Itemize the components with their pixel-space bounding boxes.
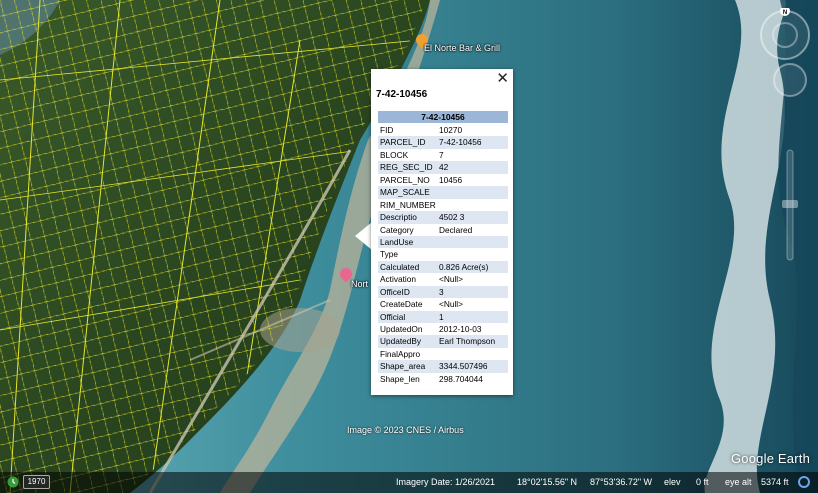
attribute-row: LandUse: [378, 235, 508, 249]
elevation-value: 0 ft: [696, 477, 709, 487]
attribute-key: Category: [380, 224, 414, 235]
attribute-value: 10456: [439, 174, 463, 185]
attribute-value: 10270: [439, 125, 463, 135]
streaming-progress-icon: [798, 476, 810, 488]
attribute-key: MAP_SCALE: [380, 187, 430, 198]
attribute-key: Descriptio: [380, 212, 417, 223]
attribute-row: REG_SEC_ID 42: [378, 161, 508, 174]
attribute-row: OfficeID 3: [378, 285, 508, 299]
attribute-key: RIM_NUMBER: [380, 199, 436, 210]
attribute-row: Category Declared: [378, 224, 508, 236]
attribute-row: Official 1: [378, 310, 508, 323]
attribute-row: MAP_SCALE: [378, 186, 508, 199]
attribute-key: BLOCK: [380, 149, 409, 160]
place-label-nort[interactable]: Nort: [351, 279, 368, 289]
attribute-row: PARCEL_NO 10456: [378, 174, 508, 186]
attribute-row: Shape_area 3344.507496: [378, 360, 508, 373]
attribute-key: PARCEL_ID: [380, 137, 426, 148]
attribute-key: UpdatedOn: [380, 324, 423, 334]
attribute-key: Type: [380, 249, 398, 260]
attribute-key: PARCEL_NO: [380, 174, 430, 185]
attribute-value: 7: [439, 149, 444, 160]
attribute-row: FinalAppro: [378, 348, 508, 360]
attribute-value: Declared: [439, 224, 473, 235]
attribute-value: 4502 3: [439, 212, 465, 223]
close-icon[interactable]: ✕: [496, 71, 509, 87]
attribute-row: Activation <Null>: [378, 273, 508, 285]
place-label-el-norte[interactable]: El Norte Bar & Grill: [424, 43, 500, 53]
attribute-table-header: 7-42-10456: [378, 111, 508, 123]
attribute-value: 298.704044: [439, 373, 483, 384]
attribute-key: REG_SEC_ID: [380, 162, 433, 173]
attribute-value: [439, 186, 508, 198]
attribute-value: [439, 199, 508, 211]
attribute-value: 3: [439, 286, 444, 297]
attribute-value: Earl Thompson: [439, 336, 496, 347]
attribute-value: 3344.507496: [439, 361, 488, 372]
attribute-value: [439, 348, 508, 360]
compass-control[interactable]: N: [758, 8, 812, 62]
eye-altitude-value: 5374 ft: [761, 477, 789, 487]
attribute-row: Descriptio 4502 3: [378, 211, 508, 224]
attribute-key: UpdatedBy: [380, 336, 422, 347]
historical-year-badge[interactable]: 1970: [23, 475, 50, 489]
eye-altitude-label: eye alt: [725, 477, 752, 487]
attribute-value: <Null>: [439, 299, 463, 310]
attribute-value: 42: [439, 162, 449, 173]
attribute-key: Shape_len: [380, 373, 420, 384]
compass-north-label: N: [783, 10, 787, 16]
attribute-value: 7-42-10456: [439, 137, 482, 148]
attribute-row: RIM_NUMBER: [378, 199, 508, 211]
attribute-key: Calculated: [380, 261, 420, 272]
attribute-value: [439, 248, 508, 260]
attribute-row: UpdatedBy Earl Thompson: [378, 335, 508, 348]
attribute-key: CreateDate: [380, 299, 423, 310]
attribute-value: <Null>: [439, 274, 463, 285]
attribute-row: Calculated 0.826 Acre(s): [378, 260, 508, 274]
status-bar: 1970 Imagery Date: 1/26/2021 18°02'15.56…: [0, 472, 818, 493]
attribute-row: BLOCK 7: [378, 149, 508, 161]
attribute-key: FinalAppro: [380, 348, 421, 359]
attribute-table: FID 10270 PARCEL_ID 7-42-10456 BLOCK 7 REG_SEC…: [378, 124, 508, 385]
attribute-value: 2012-10-03: [439, 324, 482, 334]
attribute-row: UpdatedOn 2012-10-03: [378, 323, 508, 335]
attribute-key: Activation: [380, 274, 416, 285]
imagery-credit: Image © 2023 CNES / Airbus: [347, 425, 464, 435]
attribute-row: CreateDate <Null>: [378, 298, 508, 310]
zoom-slider[interactable]: [770, 60, 810, 280]
attribute-value: [439, 236, 508, 248]
latitude-readout: 18°02'15.56" N: [517, 477, 578, 487]
attribute-row: Type: [378, 248, 508, 260]
parcel-info-popup[interactable]: ✕ 7-42-10456 7-42-10456 FID 10270 PARCEL_I…: [371, 69, 513, 395]
zoom-thumb: [782, 200, 798, 208]
attribute-key: Shape_area: [380, 361, 426, 372]
attribute-value: 0.826 Acre(s): [439, 261, 489, 272]
historical-imagery-icon[interactable]: [7, 476, 19, 488]
google-earth-logo: Google Earth: [731, 451, 811, 466]
popup-title: 7-42-10456: [376, 89, 428, 100]
attribute-row: FID 10270: [378, 124, 508, 136]
attribute-key: OfficeID: [380, 286, 410, 297]
popup-pointer: [355, 222, 372, 250]
attribute-key: Official: [380, 311, 406, 322]
attribute-row: Shape_len 298.704044: [378, 373, 508, 385]
imagery-date: Imagery Date: 1/26/2021: [396, 477, 496, 487]
map-viewport[interactable]: El Norte Bar & Grill Nort N Image © 2023…: [0, 0, 818, 493]
attribute-key: LandUse: [380, 236, 414, 247]
attribute-value: 1: [439, 311, 444, 322]
look-around-icon: [773, 63, 807, 97]
attribute-row: PARCEL_ID 7-42-10456: [378, 136, 508, 149]
elevation-label: elev: [664, 477, 681, 487]
attribute-key: FID: [380, 125, 394, 135]
longitude-readout: 87°53'36.72" W: [590, 477, 653, 487]
